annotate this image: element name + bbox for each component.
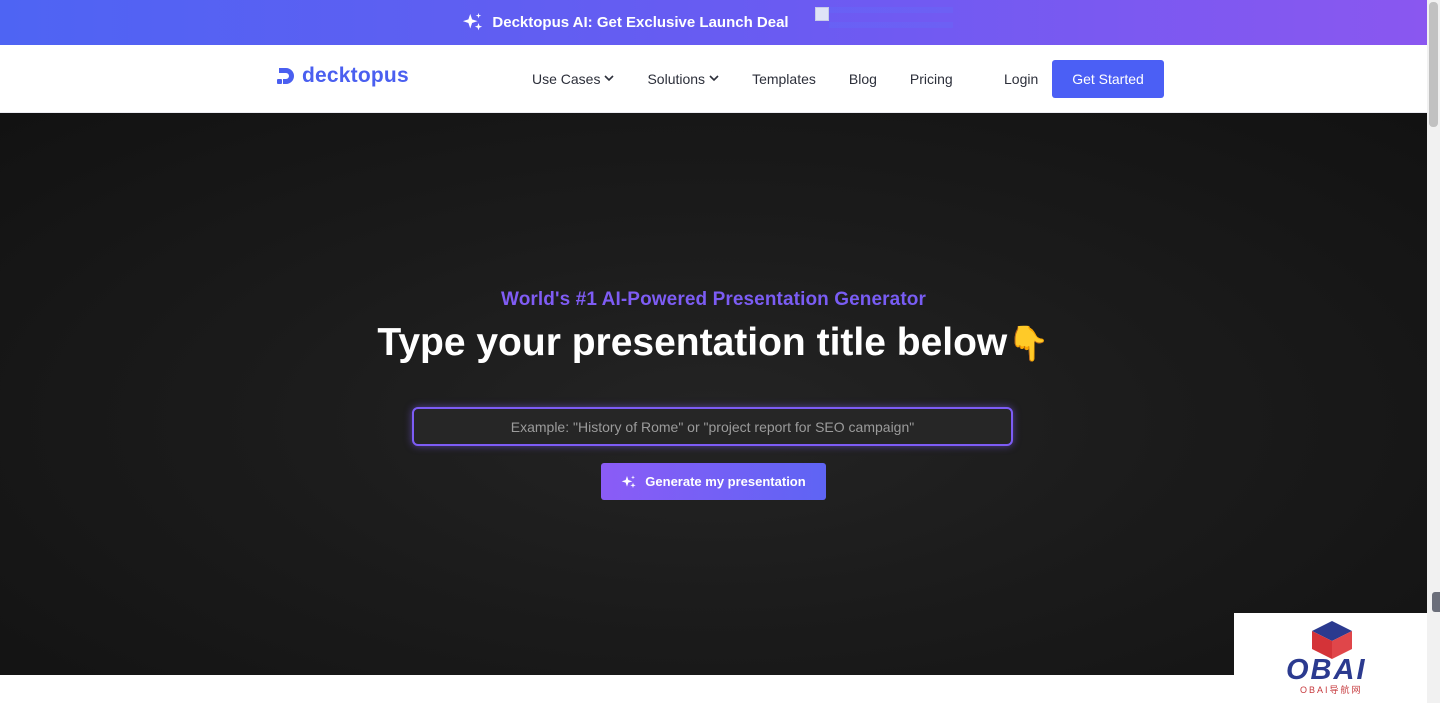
nav-links: Use Cases Solutions Templates Blog Prici… <box>532 45 986 112</box>
watermark-logo: OBAI OBAI导航网 <box>1234 613 1427 703</box>
nav-label: Pricing <box>909 70 953 87</box>
decktopus-logo-icon <box>277 68 294 84</box>
nav-label: Solutions <box>647 70 706 87</box>
pointing-down-icon: 👇 <box>1007 324 1050 364</box>
banner-text: Decktopus AI: Get Exclusive Launch Deal <box>492 14 789 31</box>
nav-label: Use Cases <box>532 70 601 87</box>
generate-label: Generate my presentation <box>645 474 806 489</box>
nav-templates[interactable]: Templates <box>752 71 816 87</box>
logo[interactable]: decktopus <box>277 64 409 88</box>
generate-presentation-button[interactable]: Generate my presentation <box>601 463 826 500</box>
announcement-banner[interactable]: Decktopus AI: Get Exclusive Launch Deal <box>0 0 1427 45</box>
presentation-title-input[interactable] <box>412 407 1013 446</box>
watermark-sub: OBAI导航网 <box>1300 685 1363 695</box>
nav-blog[interactable]: Blog <box>849 71 877 87</box>
hero-eyebrow: World's #1 AI-Powered Presentation Gener… <box>0 289 1427 311</box>
nav-label: Templates <box>752 70 816 87</box>
sparkle-icon <box>621 474 636 488</box>
nav-label: Blog <box>848 70 877 87</box>
hero-headline: Type your presentation title below👇 <box>0 321 1427 365</box>
get-started-button[interactable]: Get Started <box>1052 60 1164 98</box>
nav-solutions[interactable]: Solutions <box>647 71 719 87</box>
chevron-down-icon <box>709 75 719 82</box>
top-navbar: decktopus Use Cases Solutions Templates … <box>0 45 1427 113</box>
broken-image-icon <box>814 3 955 39</box>
scrollbar-thumb[interactable] <box>1429 2 1438 127</box>
logo-text: decktopus <box>302 64 409 87</box>
side-tab-handle[interactable] <box>1432 592 1440 612</box>
login-link[interactable]: Login <box>1004 71 1038 87</box>
nav-pricing[interactable]: Pricing <box>910 71 953 87</box>
headline-text: Type your presentation title below <box>377 321 1008 364</box>
sparkle-icon <box>463 12 483 30</box>
hero-section: World's #1 AI-Powered Presentation Gener… <box>0 113 1427 675</box>
nav-use-cases[interactable]: Use Cases <box>532 70 615 87</box>
chevron-down-icon <box>604 75 615 82</box>
